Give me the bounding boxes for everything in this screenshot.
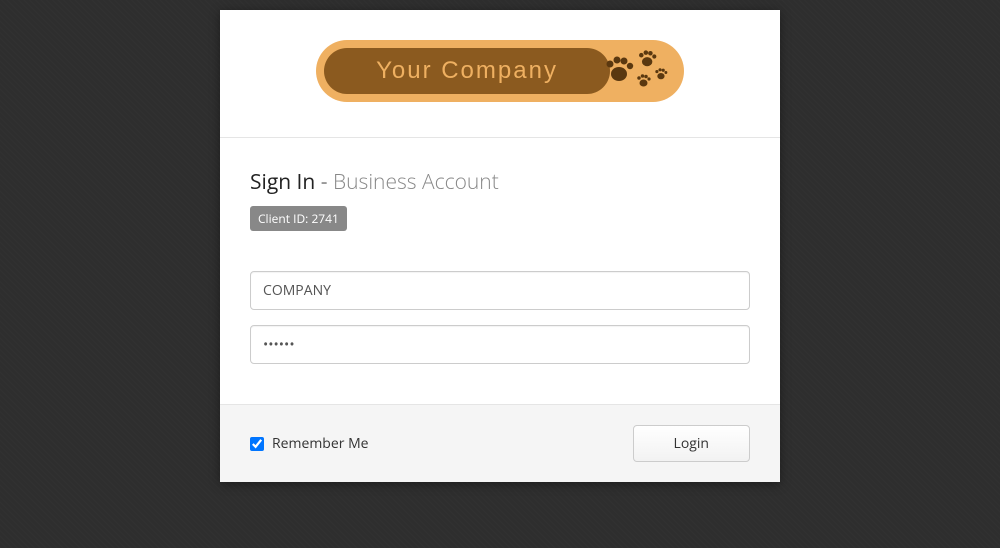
remember-me-label[interactable]: Remember Me [250, 434, 369, 453]
heading-separator: - [315, 168, 333, 196]
logo-text: Your Company [376, 57, 558, 85]
remember-me-checkbox[interactable] [250, 437, 264, 451]
password-input[interactable] [250, 325, 750, 364]
logo-section: Your Company [220, 10, 780, 138]
client-id-badge: Client ID: 2741 [250, 206, 347, 231]
login-button[interactable]: Login [633, 425, 750, 462]
sign-in-heading: Sign In - Business Account [250, 168, 750, 196]
form-section: Sign In - Business Account Client ID: 27… [220, 138, 780, 404]
remember-me-text: Remember Me [272, 434, 369, 453]
company-logo: Your Company [316, 40, 684, 102]
username-input[interactable] [250, 271, 750, 310]
heading-sub: Business Account [333, 168, 499, 196]
paw-prints-icon [604, 46, 674, 96]
heading-main: Sign In [250, 168, 315, 196]
login-card: Your Company [220, 10, 780, 482]
form-footer: Remember Me Login [220, 404, 780, 482]
